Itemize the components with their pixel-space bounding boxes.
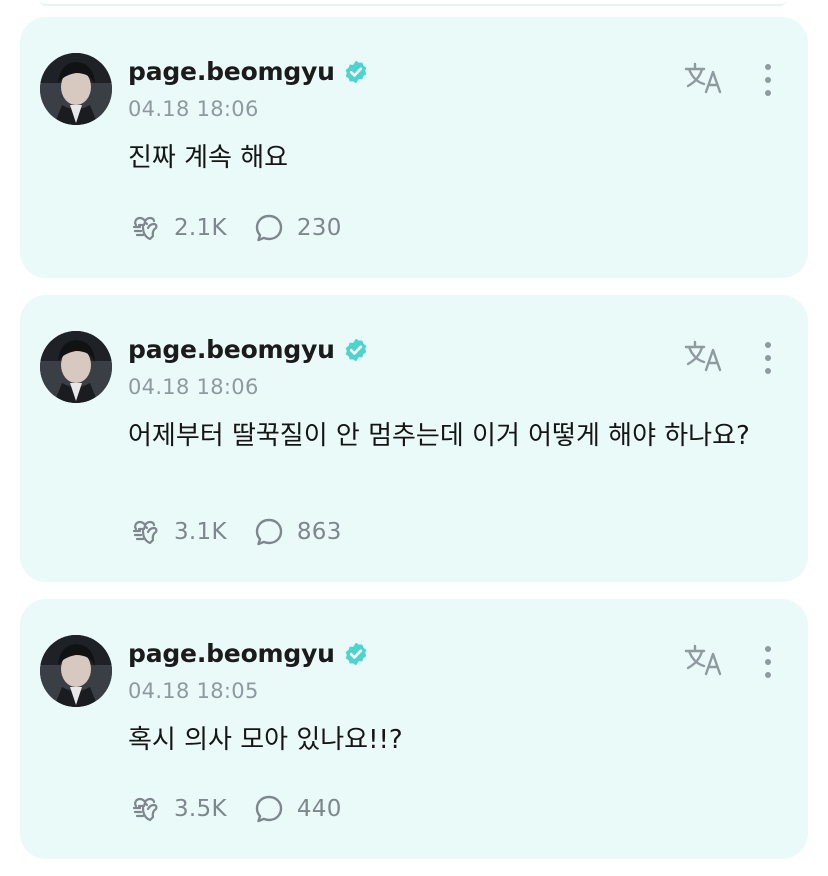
like-count: 3.5K [174, 796, 227, 822]
post-actions: 3.5K 440 [130, 793, 368, 825]
post-actions: 2.1K 230 [130, 212, 368, 244]
avatar[interactable] [40, 53, 112, 125]
verified-badge-icon [345, 642, 367, 665]
heart-icon [132, 797, 158, 822]
username[interactable]: page.beomgyu [128, 639, 335, 668]
like-button[interactable]: 3.5K [130, 793, 227, 825]
translate-icon[interactable] [684, 643, 726, 677]
comment-button[interactable]: 230 [253, 212, 342, 244]
post-card[interactable]: page.beomgyu 04.18 18:06 진짜 계속 해요 2.1K 2… [20, 17, 808, 278]
post-timestamp: 04.18 18:05 [128, 679, 259, 703]
like-button[interactable]: 2.1K [130, 212, 227, 244]
verified-badge-icon [345, 60, 367, 83]
more-vertical-icon[interactable] [762, 63, 774, 97]
more-vertical-icon[interactable] [762, 341, 774, 375]
comment-button[interactable]: 863 [253, 516, 342, 548]
username-row: page.beomgyu [128, 57, 369, 86]
username-row: page.beomgyu [128, 335, 369, 364]
comment-bubble-icon [255, 214, 283, 242]
post-feed: page.beomgyu 04.18 18:06 진짜 계속 해요 2.1K 2… [20, 17, 808, 876]
avatar[interactable] [40, 635, 112, 707]
heart-icon [132, 216, 158, 241]
post-text: 진짜 계속 해요 [128, 143, 289, 173]
comment-bubble-icon [255, 795, 283, 823]
comment-button[interactable]: 440 [253, 793, 342, 825]
like-count: 3.1K [174, 519, 227, 545]
heart-icon [132, 520, 158, 545]
username-row: page.beomgyu [128, 639, 369, 668]
post-text: 어제부터 딸꾹질이 안 멈추는데 이거 어떻게 해야 하나요? [128, 421, 750, 451]
post-card[interactable]: page.beomgyu 04.18 18:05 혹시 의사 모아 있나요!!? [20, 599, 808, 859]
more-vertical-icon[interactable] [762, 645, 774, 679]
post-actions: 3.1K 863 [130, 516, 368, 548]
post-timestamp: 04.18 18:06 [128, 375, 259, 399]
previous-card-edge [40, 0, 786, 6]
avatar[interactable] [40, 331, 112, 403]
username[interactable]: page.beomgyu [128, 335, 335, 364]
translate-icon[interactable] [684, 339, 726, 373]
comment-bubble-icon [255, 518, 283, 546]
comment-count: 863 [296, 519, 342, 545]
post-timestamp: 04.18 18:06 [128, 97, 259, 121]
like-button[interactable]: 3.1K [130, 516, 227, 548]
verified-badge-icon [345, 338, 367, 361]
post-card[interactable]: page.beomgyu 04.18 18:06 어제부터 딸꾹질이 안 멈추는… [20, 295, 808, 582]
post-text: 혹시 의사 모아 있나요!!? [128, 725, 403, 755]
username[interactable]: page.beomgyu [128, 57, 335, 86]
comment-count: 230 [296, 215, 342, 241]
comment-count: 440 [296, 796, 342, 822]
translate-icon[interactable] [684, 61, 726, 95]
like-count: 2.1K [174, 215, 227, 241]
